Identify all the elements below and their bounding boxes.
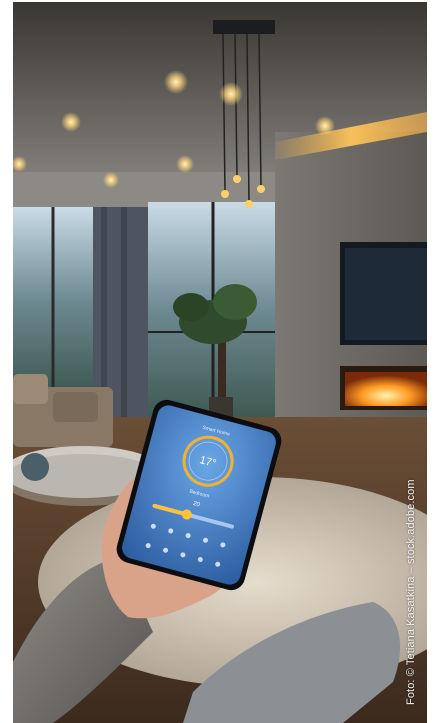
scene-illustration: Smart Home 17° Bedroom 20: [13, 2, 427, 723]
photo-credit: Foto: © Tetiana Kasatkina – stock.adobe.…: [405, 479, 417, 705]
living-room-photo: Smart Home 17° Bedroom 20: [13, 2, 427, 723]
pendant-lamp: [213, 20, 275, 34]
